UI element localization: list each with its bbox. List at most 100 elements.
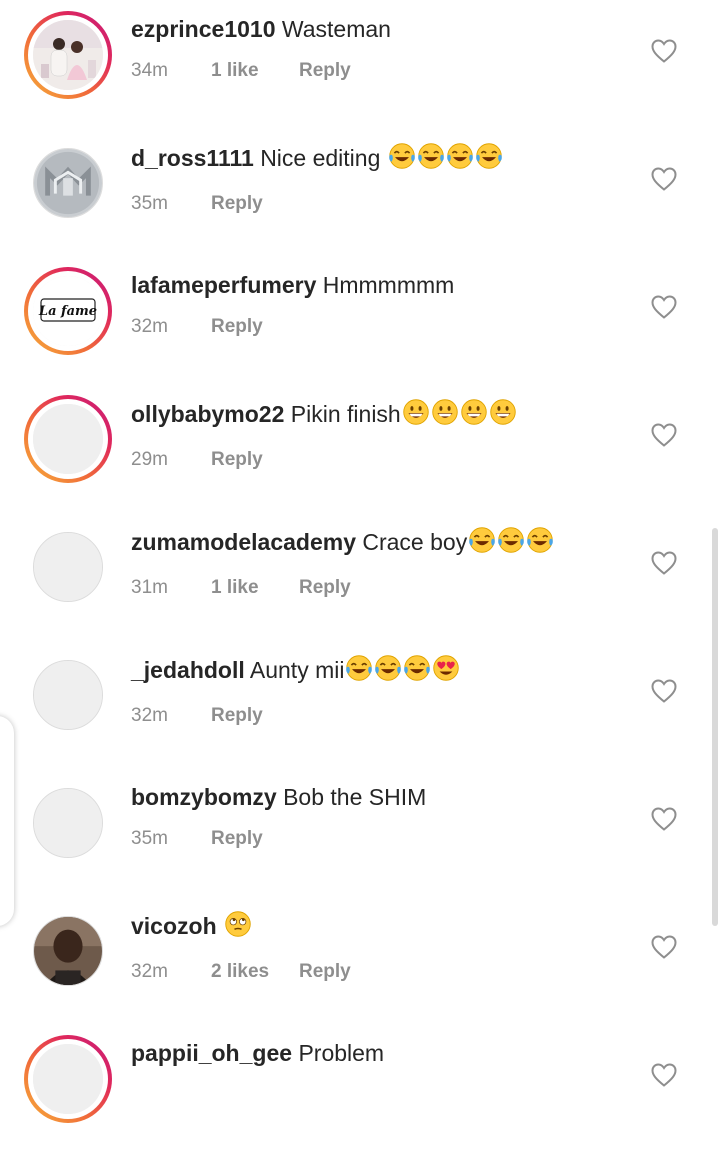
like-heart-icon[interactable] bbox=[650, 422, 678, 448]
comment-line: bomzybomzy Bob the SHIM bbox=[131, 782, 426, 812]
comment-text: Pikin finish bbox=[290, 401, 401, 427]
comment-meta: 29m Reply bbox=[131, 449, 517, 471]
comment-meta: 31m 1 like Reply bbox=[131, 577, 554, 599]
tears-of-joy-emoji-icon bbox=[403, 654, 431, 689]
avatar[interactable] bbox=[24, 907, 112, 995]
comment-text: Nice editing bbox=[260, 145, 387, 171]
tears-of-joy-emoji-icon bbox=[526, 526, 554, 561]
like-heart-icon[interactable] bbox=[650, 806, 678, 832]
avatar-image bbox=[33, 148, 103, 218]
tears-of-joy-emoji-icon bbox=[446, 142, 474, 177]
comment-row: pappii_oh_gee Problem bbox=[0, 1024, 720, 1152]
like-count[interactable]: 2 likes bbox=[211, 961, 299, 983]
like-heart-icon[interactable] bbox=[650, 166, 678, 192]
username[interactable]: zumamodelacademy bbox=[131, 529, 356, 555]
comment-body: lafameperfumery Hmmmmmm 32m Reply bbox=[131, 270, 454, 338]
avatar[interactable] bbox=[24, 395, 112, 483]
comment-text: Aunty mii bbox=[249, 657, 345, 683]
tears-of-joy-emoji-icon bbox=[417, 142, 445, 177]
like-heart-icon[interactable] bbox=[650, 550, 678, 576]
comment-body: bomzybomzy Bob the SHIM 35m Reply bbox=[131, 782, 426, 850]
timestamp: 31m bbox=[131, 577, 168, 598]
tears-of-joy-emoji-icon bbox=[345, 654, 373, 689]
timestamp: 35m bbox=[131, 828, 168, 849]
username[interactable]: d_ross1111 bbox=[131, 145, 254, 171]
username[interactable]: vicozoh bbox=[131, 913, 217, 939]
avatar[interactable] bbox=[24, 11, 112, 99]
comment-meta: 34m 1 like Reply bbox=[131, 60, 391, 82]
username[interactable]: ollybabymo22 bbox=[131, 401, 284, 427]
comment-line: _jedahdoll Aunty mii bbox=[131, 654, 460, 689]
avatar[interactable] bbox=[24, 779, 112, 867]
comment-row: vicozoh 32m 2 likes Reply bbox=[0, 896, 720, 1024]
comment-text: Wasteman bbox=[281, 16, 391, 42]
comment-text: Problem bbox=[298, 1040, 385, 1066]
comment-body: pappii_oh_gee Problem bbox=[131, 1038, 384, 1068]
comment-body: zumamodelacademy Crace boy 31m 1 like Repl… bbox=[131, 526, 554, 599]
timestamp: 32m bbox=[131, 316, 168, 337]
comment-line: d_ross1111 Nice editing bbox=[131, 142, 503, 177]
avatar-image bbox=[33, 404, 103, 474]
username[interactable]: lafameperfumery bbox=[131, 272, 316, 298]
avatar[interactable] bbox=[24, 651, 112, 739]
avatar-image bbox=[33, 20, 103, 90]
reply-button[interactable]: Reply bbox=[299, 60, 351, 82]
comment-line: pappii_oh_gee Problem bbox=[131, 1038, 384, 1068]
comment-row: La fame lafameperfumery Hmmmmmm 32m Reply bbox=[0, 256, 720, 384]
username[interactable]: ezprince1010 bbox=[131, 16, 275, 42]
like-count[interactable]: 1 like bbox=[211, 577, 299, 599]
comment-row: d_ross1111 Nice editing 35m Reply bbox=[0, 128, 720, 256]
comment-meta: 32m 2 likes Reply bbox=[131, 961, 351, 983]
comment-body: ezprince1010 Wasteman 34m 1 like Reply bbox=[131, 14, 391, 82]
timestamp: 29m bbox=[131, 449, 168, 470]
avatar-image bbox=[33, 532, 103, 602]
comment-meta: 35m Reply bbox=[131, 193, 503, 215]
like-count[interactable]: 1 like bbox=[211, 60, 299, 82]
like-heart-icon[interactable] bbox=[650, 934, 678, 960]
avatar[interactable]: La fame bbox=[24, 267, 112, 355]
comment-list: ezprince1010 Wasteman 34m 1 like Reply d_ro… bbox=[0, 0, 720, 1152]
like-heart-icon[interactable] bbox=[650, 294, 678, 320]
grinning-emoji-icon bbox=[489, 398, 517, 433]
comment-row: _jedahdoll Aunty mii 32m Reply bbox=[0, 640, 720, 768]
username[interactable]: bomzybomzy bbox=[131, 784, 277, 810]
avatar-image bbox=[33, 1044, 103, 1114]
scrollbar[interactable] bbox=[712, 528, 718, 926]
comment-row: bomzybomzy Bob the SHIM 35m Reply bbox=[0, 768, 720, 896]
reply-button[interactable]: Reply bbox=[211, 193, 263, 215]
tears-of-joy-emoji-icon bbox=[497, 526, 525, 561]
avatar[interactable] bbox=[24, 523, 112, 611]
eye-roll-emoji-icon bbox=[224, 910, 252, 945]
timestamp: 34m bbox=[131, 60, 168, 81]
svg-text:La fame: La fame bbox=[38, 304, 97, 319]
heart-eyes-emoji-icon bbox=[432, 654, 460, 689]
reply-button[interactable]: Reply bbox=[299, 577, 351, 599]
reply-button[interactable]: Reply bbox=[211, 705, 263, 727]
reply-button[interactable]: Reply bbox=[211, 449, 263, 471]
avatar-image: La fame bbox=[33, 276, 103, 346]
comment-line: ollybabymo22 Pikin finish bbox=[131, 398, 517, 433]
grinning-emoji-icon bbox=[402, 398, 430, 433]
like-heart-icon[interactable] bbox=[650, 1062, 678, 1088]
avatar[interactable] bbox=[24, 1035, 112, 1123]
comment-text: Hmmmmmm bbox=[322, 272, 455, 298]
reply-button[interactable]: Reply bbox=[211, 316, 263, 338]
comment-text: Crace boy bbox=[362, 529, 468, 555]
comment-meta: 32m Reply bbox=[131, 316, 454, 338]
username[interactable]: pappii_oh_gee bbox=[131, 1040, 292, 1066]
comment-line: ezprince1010 Wasteman bbox=[131, 14, 391, 44]
comment-line: zumamodelacademy Crace boy bbox=[131, 526, 554, 561]
comment-meta: 32m Reply bbox=[131, 705, 460, 727]
avatar[interactable] bbox=[24, 139, 112, 227]
comment-text: Bob the SHIM bbox=[283, 784, 427, 810]
comment-body: _jedahdoll Aunty mii 32m Reply bbox=[131, 654, 460, 727]
reply-button[interactable]: Reply bbox=[299, 961, 351, 983]
like-heart-icon[interactable] bbox=[650, 678, 678, 704]
timestamp: 32m bbox=[131, 705, 168, 726]
reply-button[interactable]: Reply bbox=[211, 828, 263, 850]
like-heart-icon[interactable] bbox=[650, 38, 678, 64]
comment-body: ollybabymo22 Pikin finish 29m Reply bbox=[131, 398, 517, 471]
comment-line: lafameperfumery Hmmmmmm bbox=[131, 270, 454, 300]
username[interactable]: _jedahdoll bbox=[131, 657, 245, 683]
side-panel-edge bbox=[0, 716, 14, 926]
